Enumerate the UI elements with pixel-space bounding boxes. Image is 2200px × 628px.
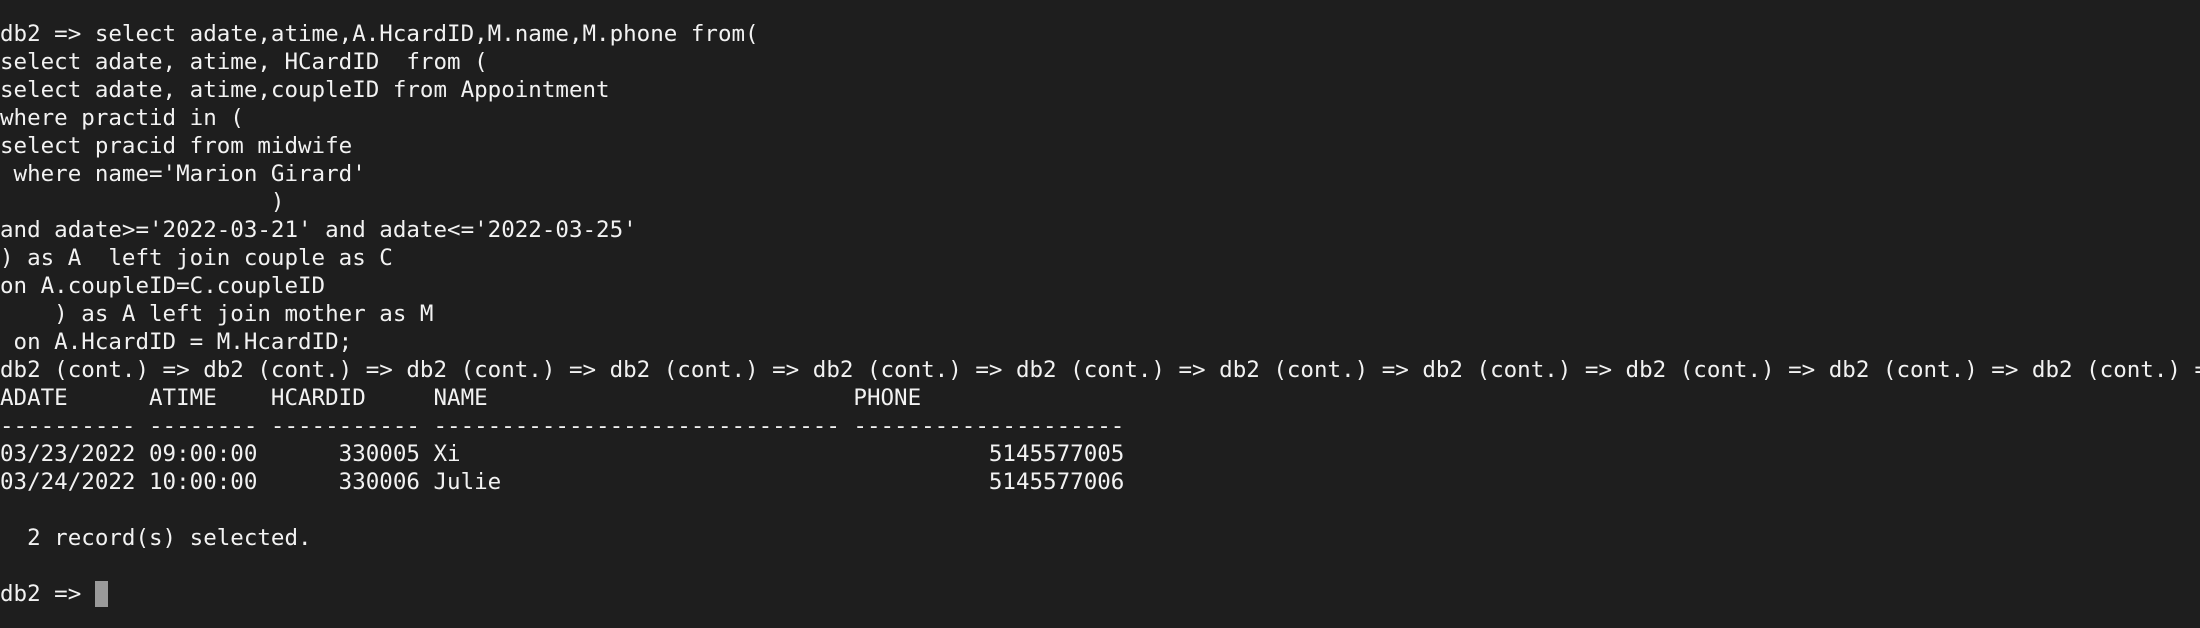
terminal-line: where name='Marion Girard' [0, 161, 366, 187]
terminal-line: and adate>='2022-03-21' and adate<='2022… [0, 217, 637, 243]
terminal-line: ) [0, 189, 285, 215]
command-prompt: db2 => [0, 581, 95, 607]
terminal-line: select adate, atime, HCardID from ( [0, 49, 488, 75]
result-header-row: ADATE ATIME HCARDID NAME PHONE [0, 385, 922, 411]
result-row: 03/24/2022 10:00:00 330006 Julie 5145577… [0, 469, 1125, 495]
terminal-line: ) as A left join mother as M [0, 301, 434, 327]
command-prompt-line[interactable]: db2 => [0, 580, 2200, 608]
text-cursor [94, 581, 108, 607]
terminal-line-continuation-prompts: db2 (cont.) => db2 (cont.) => db2 (cont.… [0, 357, 2200, 383]
terminal-line: on A.HcardID = M.HcardID; [0, 329, 353, 355]
result-separator-row: ---------- -------- ----------- --------… [0, 413, 1125, 439]
terminal-line: on A.coupleID=C.coupleID [0, 273, 326, 299]
terminal-line-query-start: db2 => select adate,atime,A.HcardID,M.na… [0, 21, 759, 47]
terminal-window[interactable]: db2 => select adate,atime,A.HcardID,M.na… [0, 0, 2200, 628]
terminal-line: where practid in ( [0, 105, 244, 131]
terminal-line: select adate, atime,coupleID from Appoin… [0, 77, 610, 103]
records-selected-message: 2 record(s) selected. [0, 525, 312, 551]
result-row: 03/23/2022 09:00:00 330005 Xi 5145577005 [0, 441, 1125, 467]
terminal-line: select pracid from midwife [0, 133, 353, 159]
terminal-line: ) as A left join couple as C [0, 245, 393, 271]
